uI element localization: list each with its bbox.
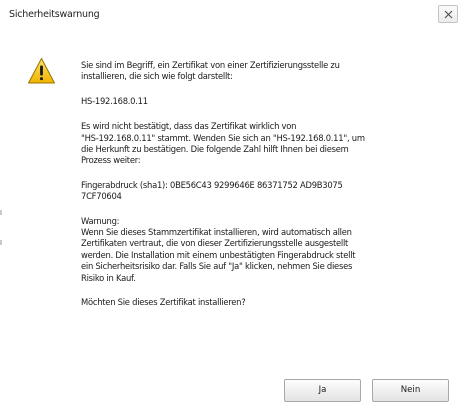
fingerprint-text: Fingerabdruck (sha1): 0BE56C43 9299646E …: [81, 179, 343, 202]
intro-text: Sie sind im Begriff, ein Zertifikat von …: [81, 60, 340, 82]
question-text: Möchten Sie dieses Zertifikat installier…: [81, 297, 246, 308]
warning-text: Warnung: Wenn Sie dieses Stammzertifikat…: [81, 215, 356, 283]
close-icon: [444, 10, 453, 19]
message-body: Sie sind im Begriff, ein Zertifikat von …: [81, 60, 436, 322]
window-title: Sicherheitswarnung: [9, 9, 100, 20]
certificate-host: HS-192.168.0.11: [81, 95, 148, 106]
title-bar[interactable]: Sicherheitswarnung: [0, 0, 462, 30]
left-edge-mark: [0, 210, 2, 215]
validation-text: Es wird nicht bestätigt, dass das Zertif…: [81, 121, 365, 166]
close-button[interactable]: [438, 5, 458, 23]
left-edge-mark: [0, 240, 2, 245]
warning-icon: [28, 58, 55, 84]
no-button[interactable]: Nein: [372, 379, 449, 402]
yes-button[interactable]: Ja: [284, 379, 361, 402]
security-warning-dialog: Sicherheitswarnung Sie sind im Begriff, …: [0, 0, 462, 410]
